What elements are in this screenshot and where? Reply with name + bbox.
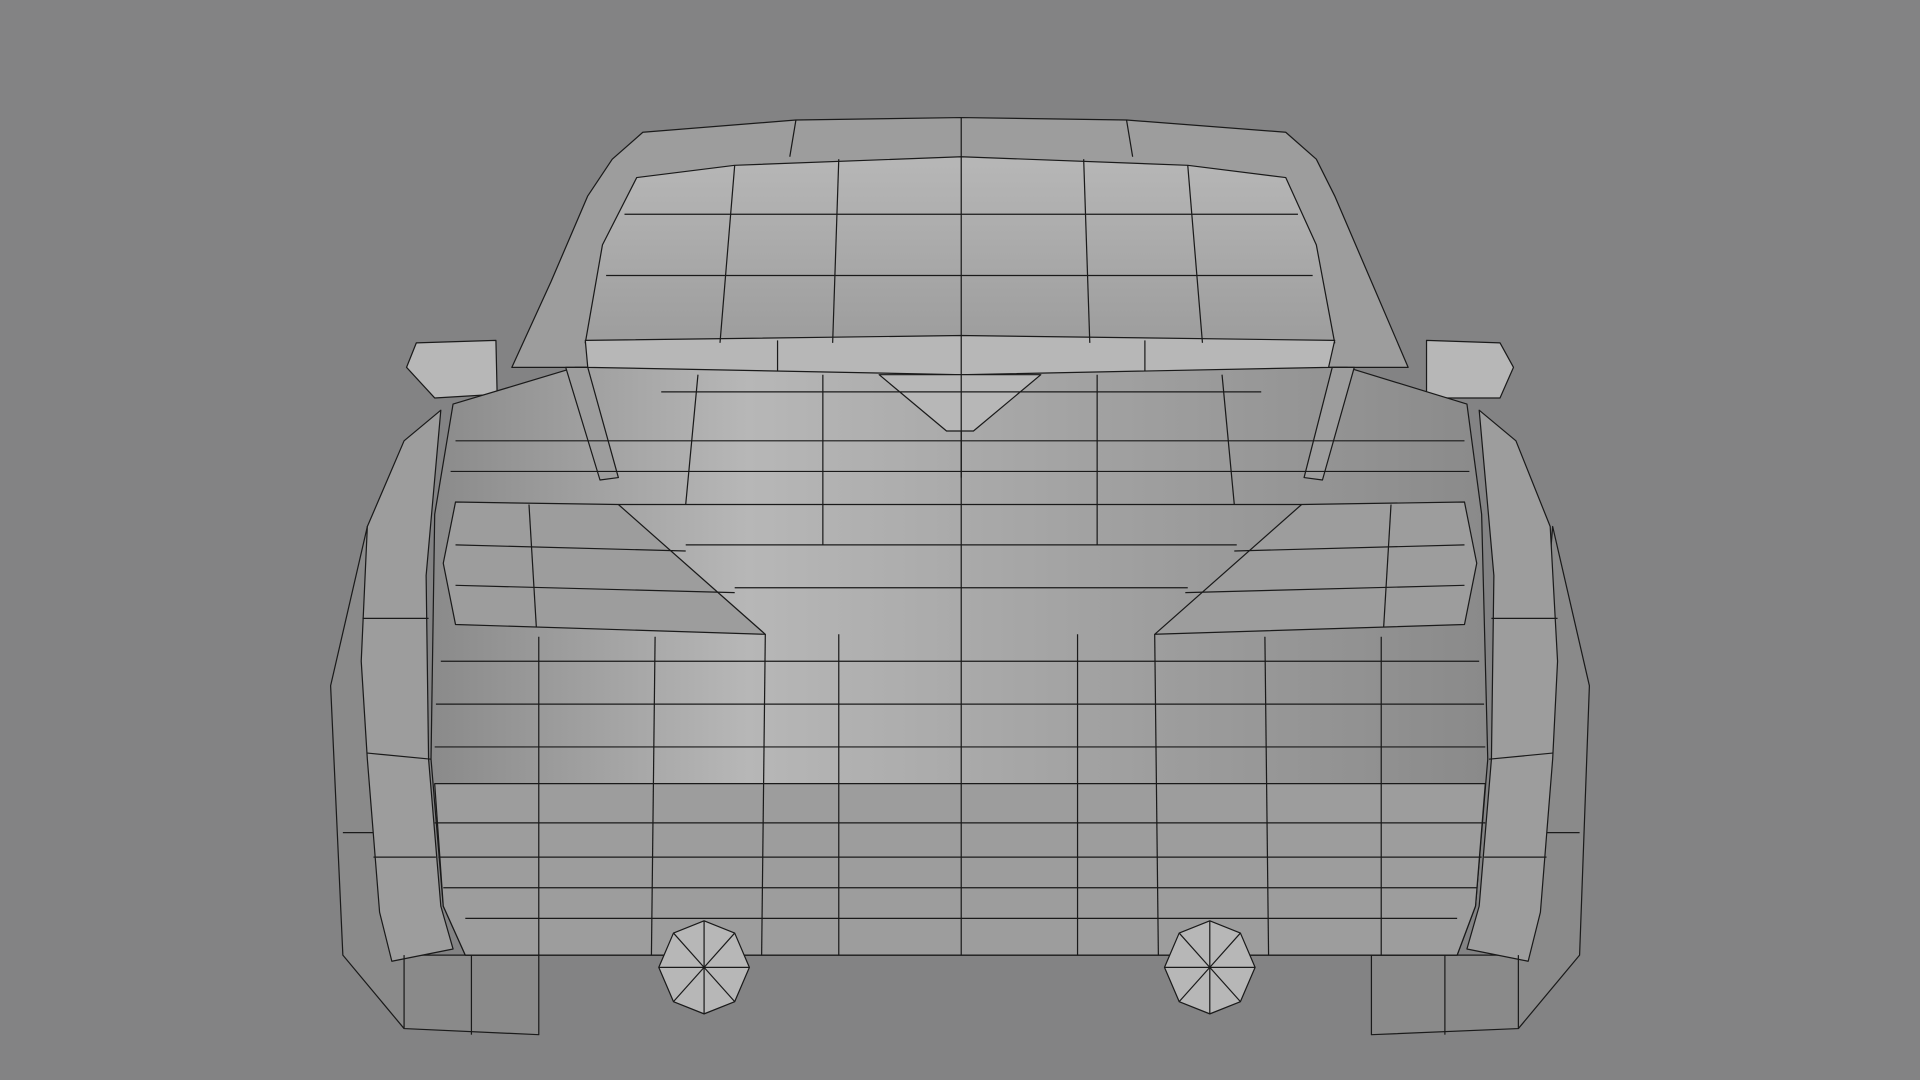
rear-window xyxy=(584,156,1336,344)
3d-viewport[interactable] xyxy=(0,0,1920,1080)
car-model-render xyxy=(0,0,1920,1080)
right-exhaust-tip xyxy=(1163,920,1256,1015)
rear-spoiler-wing xyxy=(584,334,1336,376)
right-side-mirror xyxy=(1425,339,1515,399)
rear-bumper xyxy=(434,783,1486,956)
left-exhaust-tip xyxy=(658,920,750,1015)
